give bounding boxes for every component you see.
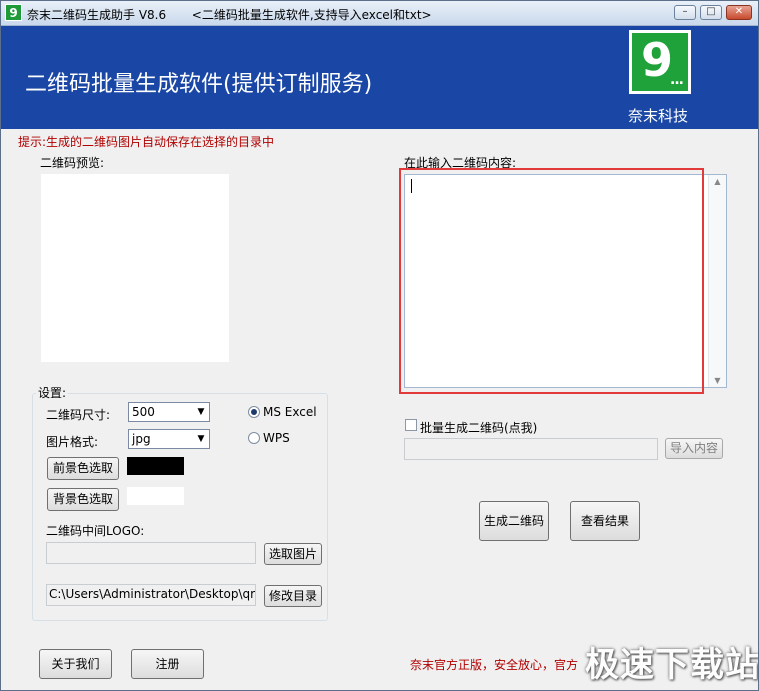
- save-dir-value: C:\Users\Administrator\Desktop\qrcod: [49, 587, 256, 601]
- logo-badge: 9 ...: [632, 33, 688, 91]
- chevron-down-icon: ▼: [197, 434, 205, 444]
- logo-path-field[interactable]: [46, 542, 256, 564]
- change-dir-button[interactable]: 修改目录: [264, 585, 322, 607]
- app-title: 奈末二维码生成助手 V8.6: [27, 8, 167, 22]
- background-color-swatch: [127, 487, 184, 505]
- excel-radio[interactable]: [248, 406, 260, 418]
- register-button[interactable]: 注册: [131, 649, 204, 679]
- textarea-scrollbar[interactable]: ▲ ▼: [708, 175, 726, 387]
- company-name: 奈末科技: [628, 107, 689, 125]
- app-subtitle: <二维码批量生成软件,支持导入excel和txt>: [191, 8, 432, 22]
- import-path-field[interactable]: [404, 438, 658, 460]
- import-content-button[interactable]: 导入内容: [665, 438, 723, 459]
- logo-dots: ...: [670, 72, 684, 88]
- generate-qr-button[interactable]: 生成二维码: [479, 501, 549, 541]
- wps-radio-label[interactable]: WPS: [263, 431, 290, 445]
- footer-notice: 奈末官方正版，安全放心，官方: [410, 658, 579, 672]
- preview-label: 二维码预览:: [40, 156, 105, 170]
- minimize-button[interactable]: –: [674, 5, 696, 20]
- window-title: 奈末二维码生成助手 V8.6 <二维码批量生成软件,支持导入excel和txt>: [27, 6, 432, 23]
- batch-checkbox-label[interactable]: 批量生成二维码(点我): [420, 419, 537, 436]
- about-us-button[interactable]: 关于我们: [39, 649, 112, 679]
- chevron-down-icon: ▼: [197, 407, 205, 417]
- size-label: 二维码尺寸:: [46, 408, 111, 422]
- foreground-color-button[interactable]: 前景色选取: [47, 457, 119, 480]
- format-select[interactable]: jpg ▼: [128, 429, 210, 449]
- company-logo: 9 ...: [629, 30, 691, 94]
- format-value: jpg: [132, 432, 151, 446]
- scroll-down-icon[interactable]: ▼: [709, 376, 726, 385]
- close-button[interactable]: ✕: [726, 5, 752, 20]
- scroll-up-icon[interactable]: ▲: [709, 177, 726, 186]
- qr-preview: [41, 174, 229, 362]
- size-select[interactable]: 500 ▼: [128, 402, 210, 422]
- maximize-button[interactable]: □: [700, 5, 722, 20]
- format-label: 图片格式:: [46, 435, 99, 449]
- banner-title: 二维码批量生成软件(提供订制服务): [25, 72, 373, 97]
- title-bar[interactable]: 9 奈末二维码生成助手 V8.6 <二维码批量生成软件,支持导入excel和tx…: [1, 1, 758, 26]
- size-value: 500: [132, 405, 155, 419]
- save-hint: 提示:生成的二维码图片自动保存在选择的目录中: [18, 135, 275, 149]
- settings-title: 设置:: [36, 384, 69, 401]
- watermark: 极速下载站: [585, 645, 759, 685]
- view-results-button[interactable]: 查看结果: [570, 501, 640, 541]
- logo-nine: 9: [641, 33, 674, 87]
- batch-checkbox[interactable]: [405, 419, 417, 431]
- app-window: 9 奈末二维码生成助手 V8.6 <二维码批量生成软件,支持导入excel和tx…: [0, 0, 759, 691]
- logo-label: 二维码中间LOGO:: [46, 524, 145, 538]
- highlight-frame: [399, 168, 704, 394]
- save-dir-field[interactable]: C:\Users\Administrator\Desktop\qrcod: [46, 584, 256, 606]
- background-color-button[interactable]: 背景色选取: [47, 488, 119, 511]
- app-icon: 9: [5, 4, 22, 21]
- wps-radio[interactable]: [248, 432, 260, 444]
- excel-radio-label[interactable]: MS Excel: [263, 405, 317, 419]
- foreground-color-swatch: [127, 457, 184, 475]
- pick-image-button[interactable]: 选取图片: [264, 543, 322, 565]
- header-banner: 二维码批量生成软件(提供订制服务) 9 ... 奈末科技: [1, 26, 758, 129]
- close-icon: ✕: [734, 6, 744, 17]
- maximize-icon: □: [706, 6, 716, 17]
- minimize-icon: –: [682, 6, 688, 17]
